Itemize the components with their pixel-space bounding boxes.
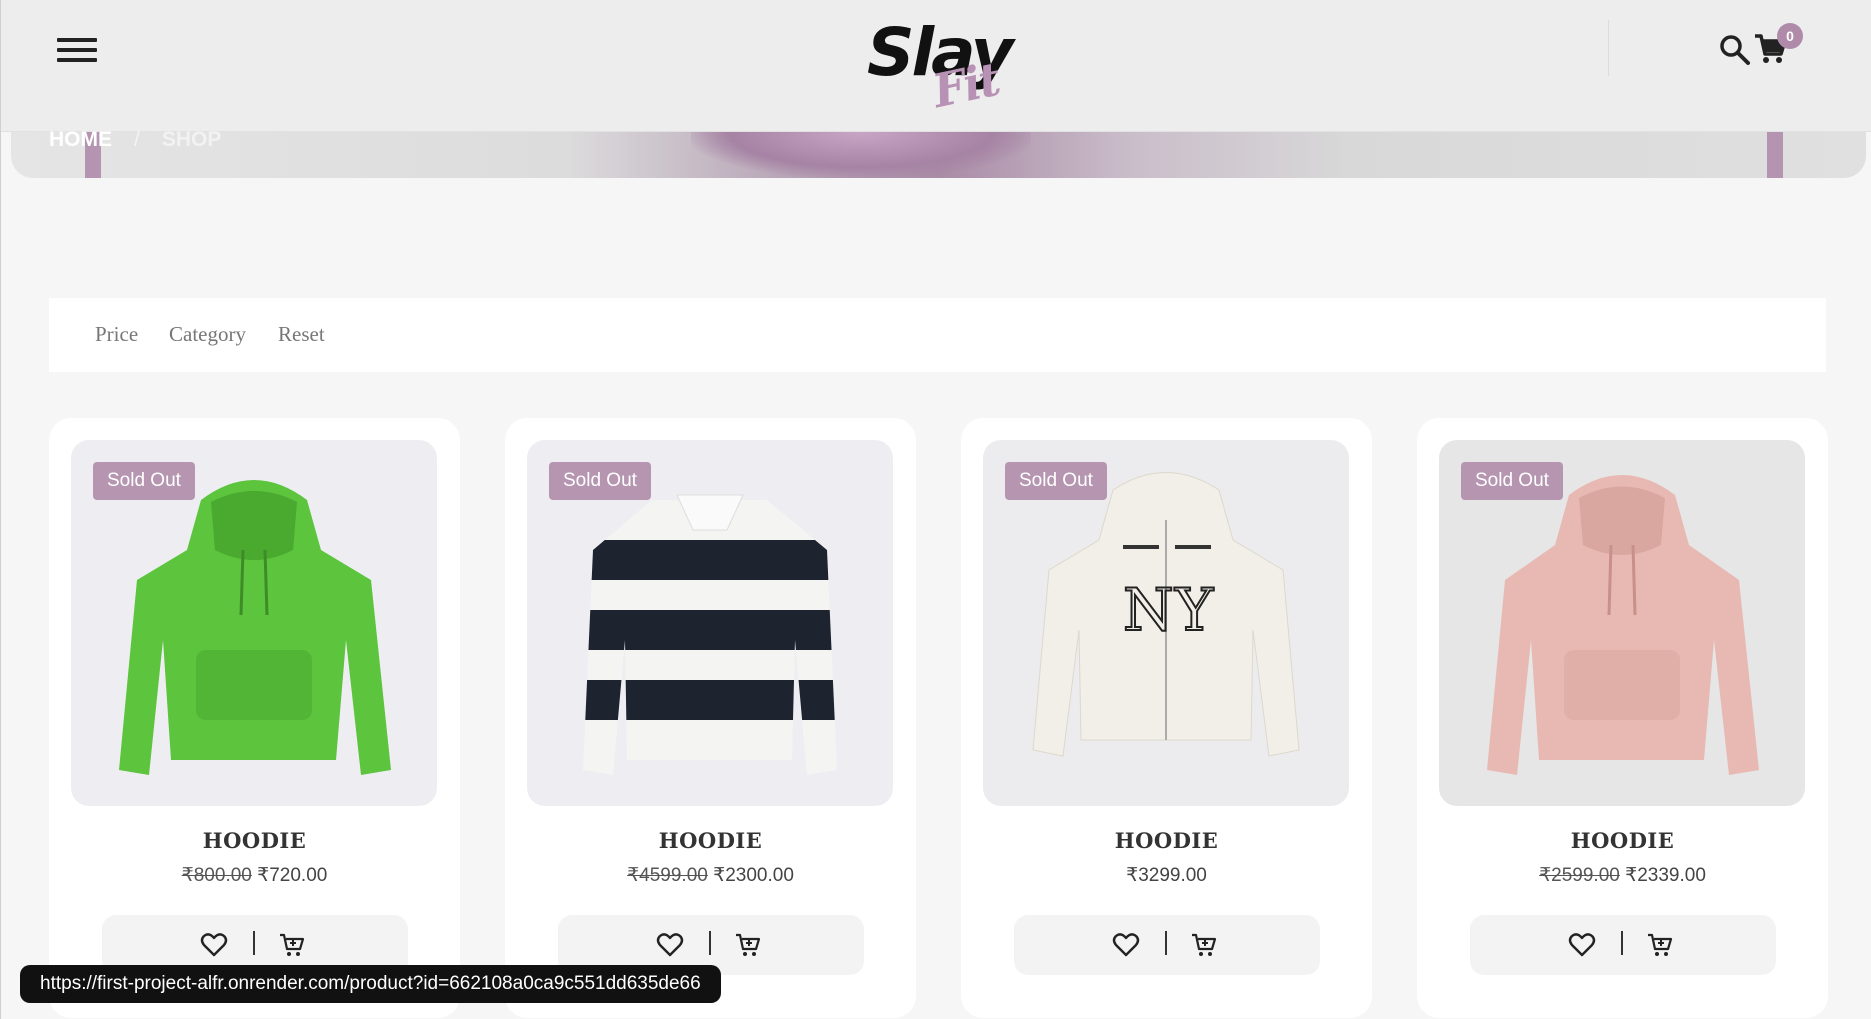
product-price: ₹4599.00 ₹2300.00 xyxy=(505,864,916,887)
site-logo[interactable]: Slay Fit xyxy=(867,14,1017,118)
product-card[interactable]: N Y Sold Out HOODIE ₹3299.00 xyxy=(961,418,1372,1018)
search-icon[interactable] xyxy=(1719,34,1751,66)
breadcrumb-home-link[interactable]: HOME xyxy=(49,128,112,151)
breadcrumb: HOME / SHOP xyxy=(49,128,221,152)
action-divider xyxy=(253,931,255,955)
original-price: ₹800.00 xyxy=(181,865,252,886)
original-price: ₹2599.00 xyxy=(1539,865,1620,886)
filter-bar: Price Category Reset xyxy=(49,298,1826,372)
product-title[interactable]: HOODIE xyxy=(1417,828,1828,853)
hamburger-menu-icon[interactable] xyxy=(57,38,97,68)
product-image[interactable]: Sold Out xyxy=(1439,440,1805,806)
sold-out-badge: Sold Out xyxy=(549,462,651,500)
product-actions xyxy=(1470,915,1776,975)
action-divider xyxy=(1165,931,1167,955)
page: Slay Fit 0 HOME / SHOP Price Category Rese… xyxy=(0,0,1871,1019)
product-title[interactable]: HOODIE xyxy=(961,828,1372,853)
heart-icon[interactable] xyxy=(1112,931,1140,959)
breadcrumb-separator: / xyxy=(134,128,140,151)
action-divider xyxy=(1621,931,1623,955)
add-to-cart-icon[interactable] xyxy=(1646,931,1674,959)
heart-icon[interactable] xyxy=(1568,931,1596,959)
sold-out-badge: Sold Out xyxy=(93,462,195,500)
product-actions xyxy=(1014,915,1320,975)
filter-category[interactable]: Category xyxy=(169,322,246,347)
add-to-cart-icon[interactable] xyxy=(1190,931,1218,959)
sale-price: ₹720.00 xyxy=(257,865,328,886)
filter-price[interactable]: Price xyxy=(95,322,138,347)
heart-icon[interactable] xyxy=(656,931,684,959)
sale-price: ₹2339.00 xyxy=(1625,865,1706,886)
product-title[interactable]: HOODIE xyxy=(505,828,916,853)
filter-reset[interactable]: Reset xyxy=(278,322,325,347)
product-price: ₹2599.00 ₹2339.00 xyxy=(1417,864,1828,887)
header-divider xyxy=(1608,20,1609,76)
product-card[interactable]: Sold Out HOODIE ₹2599.00 ₹2339.00 xyxy=(1417,418,1828,1018)
action-divider xyxy=(709,931,711,955)
breadcrumb-current: SHOP xyxy=(161,128,222,151)
add-to-cart-icon[interactable] xyxy=(278,931,306,959)
cart-count-badge: 0 xyxy=(1777,23,1803,49)
original-price: ₹4599.00 xyxy=(627,865,708,886)
product-card[interactable]: Sold Out HOODIE ₹800.00 ₹720.00 xyxy=(49,418,460,1018)
product-image[interactable]: N Y Sold Out xyxy=(983,440,1349,806)
sold-out-badge: Sold Out xyxy=(1461,462,1563,500)
svg-text:N: N xyxy=(1123,576,1174,644)
product-title[interactable]: HOODIE xyxy=(49,828,460,853)
svg-text:Y: Y xyxy=(1174,576,1214,644)
add-to-cart-icon[interactable] xyxy=(734,931,762,959)
link-status-tooltip: https://first-project-alfr.onrender.com/… xyxy=(20,965,721,1003)
site-header: Slay Fit 0 xyxy=(1,0,1871,132)
product-card[interactable]: Sold Out HOODIE ₹4599.00 ₹2300.00 xyxy=(505,418,916,1018)
heart-icon[interactable] xyxy=(200,931,228,959)
sale-price: ₹2300.00 xyxy=(713,865,794,886)
product-image[interactable]: Sold Out xyxy=(527,440,893,806)
product-image[interactable]: Sold Out xyxy=(71,440,437,806)
sold-out-badge: Sold Out xyxy=(1005,462,1107,500)
product-price: ₹800.00 ₹720.00 xyxy=(49,864,460,887)
sale-price: ₹3299.00 xyxy=(1126,865,1207,886)
product-price: ₹3299.00 xyxy=(961,864,1372,887)
